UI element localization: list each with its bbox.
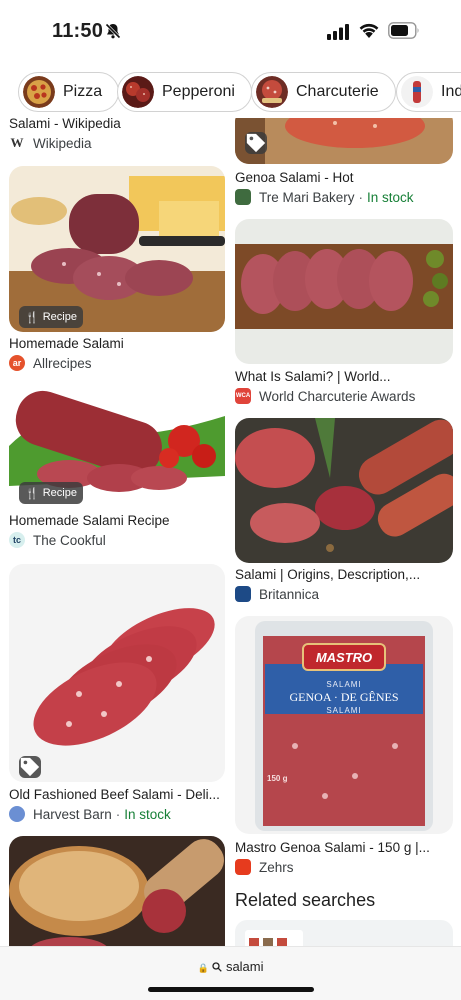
- package-line2: GENOA · DE GÊNES: [289, 690, 399, 704]
- image-results-feed: Salami - Wikipedia W Wikipedia 🍴 Recipe …: [0, 118, 461, 946]
- cookful-icon: tc: [9, 532, 25, 548]
- result-title[interactable]: Salami - Wikipedia: [9, 118, 225, 131]
- related-search-card[interactable]: [235, 920, 453, 946]
- salami-assortment-image: [235, 418, 453, 563]
- separator-dot: ·: [115, 806, 121, 822]
- status-time: 11:50: [52, 20, 104, 42]
- recipe-badge: 🍴 Recipe: [19, 482, 83, 504]
- source-name: Wikipedia: [33, 135, 92, 151]
- shopping-tag-icon: [19, 756, 41, 778]
- wca-icon: WCA: [235, 388, 251, 404]
- harvest-barn-icon: [9, 806, 25, 822]
- wifi-icon: [359, 23, 379, 38]
- home-indicator[interactable]: [148, 987, 314, 992]
- result-image-beef-salami[interactable]: [9, 564, 225, 782]
- pepperoni-thumbnail: [122, 76, 154, 108]
- related-search-thumbnail: [245, 930, 303, 946]
- result-source[interactable]: ar Allrecipes: [9, 355, 92, 371]
- mastro-package-image: [235, 616, 453, 834]
- badge-label: Recipe: [42, 311, 77, 323]
- britannica-icon: [235, 586, 251, 602]
- lock-icon: 🔒: [197, 963, 209, 973]
- chip-charcuterie[interactable]: Charcuterie: [251, 72, 396, 112]
- result-image-mastro-genoa[interactable]: MASTRO SALAMI GENOA · DE GÊNES SALAMI 15…: [235, 616, 453, 834]
- salami-slices-board-image: [235, 219, 453, 364]
- result-image-salami-bread[interactable]: [9, 836, 225, 946]
- badge-label: Recipe: [42, 487, 77, 499]
- related-chips-row: Pizza Pepperoni Charcuterie Indu: [0, 72, 461, 116]
- recipe-badge: 🍴 Recipe: [19, 306, 83, 328]
- browser-bottom-bar: 🔒 salami: [0, 946, 461, 1000]
- genoa-salami-board-image: [235, 118, 453, 164]
- result-title[interactable]: Old Fashioned Beef Salami - Deli...: [9, 787, 225, 802]
- source-name: The Cookful: [33, 532, 106, 548]
- result-image-homemade-salami[interactable]: 🍴 Recipe: [9, 166, 225, 332]
- related-searches-title: Related searches: [235, 890, 376, 910]
- cellular-signal-icon: [327, 24, 349, 40]
- pizza-thumbnail: [23, 76, 55, 108]
- chip-label: Charcuterie: [296, 83, 379, 100]
- result-title[interactable]: Homemade Salami: [9, 336, 225, 351]
- package-line1: SALAMI: [326, 680, 362, 689]
- allrecipes-icon: ar: [9, 355, 25, 371]
- chip-industrial[interactable]: Indu: [396, 72, 461, 112]
- source-name: Harvest Barn: [33, 806, 112, 822]
- stock-status: In stock: [367, 189, 414, 205]
- result-source[interactable]: tc The Cookful: [9, 532, 106, 548]
- salami-pack-thumbnail: [401, 76, 433, 108]
- tre-mari-icon: [235, 189, 251, 205]
- result-source[interactable]: Britannica: [235, 586, 319, 602]
- source-name: Tre Mari Bakery: [259, 189, 355, 205]
- search-query: salami: [225, 959, 264, 974]
- package-brand: MASTRO: [315, 650, 373, 665]
- package-line3: SALAMI: [326, 706, 362, 715]
- sliced-salami-image: [9, 564, 225, 782]
- status-bar: 11:50: [0, 0, 461, 62]
- chip-pizza[interactable]: Pizza: [18, 72, 120, 112]
- separator-dot: ·: [358, 189, 364, 205]
- source-name: Zehrs: [259, 859, 294, 875]
- result-source[interactable]: WCA World Charcuterie Awards: [235, 388, 415, 404]
- result-title[interactable]: Mastro Genoa Salami - 150 g |...: [235, 840, 453, 855]
- address-bar[interactable]: 🔒 salami: [0, 959, 461, 974]
- stock-status: In stock: [124, 806, 171, 822]
- fork-knife-icon: 🍴: [25, 311, 39, 324]
- source-name: Britannica: [259, 586, 320, 602]
- result-source[interactable]: Harvest Barn · In stock: [9, 806, 171, 822]
- salami-bread-image: [9, 836, 225, 946]
- fork-knife-icon: 🍴: [25, 487, 39, 500]
- result-title[interactable]: Genoa Salami - Hot: [235, 170, 453, 185]
- chip-label: Pepperoni: [162, 83, 235, 100]
- source-name: World Charcuterie Awards: [259, 388, 416, 404]
- result-title[interactable]: What Is Salami? | World...: [235, 369, 453, 384]
- zehrs-icon: [235, 859, 251, 875]
- bell-slash-icon: [104, 22, 122, 40]
- result-image-salami-origins[interactable]: [235, 418, 453, 563]
- result-source[interactable]: Tre Mari Bakery · In stock: [235, 189, 414, 205]
- chip-label: Pizza: [63, 83, 103, 100]
- chip-label: Indu: [441, 83, 461, 100]
- result-image-homemade-salami-recipe[interactable]: 🍴 Recipe: [9, 386, 225, 506]
- result-image-what-is-salami[interactable]: [235, 219, 453, 364]
- result-title[interactable]: Salami | Origins, Description,...: [235, 567, 453, 582]
- result-image-genoa-salami-hot[interactable]: [235, 118, 453, 164]
- chip-pepperoni[interactable]: Pepperoni: [117, 72, 252, 112]
- result-source[interactable]: W Wikipedia: [9, 135, 92, 151]
- package-weight: 150 g: [267, 774, 288, 783]
- result-title[interactable]: Homemade Salami Recipe: [9, 513, 225, 528]
- shopping-tag-icon: [245, 132, 267, 154]
- battery-icon: [388, 22, 419, 39]
- charcuterie-thumbnail: [256, 76, 288, 108]
- wikipedia-icon: W: [9, 135, 25, 151]
- source-name: Allrecipes: [33, 355, 92, 371]
- search-icon: [212, 960, 223, 972]
- result-source[interactable]: Zehrs: [235, 859, 294, 875]
